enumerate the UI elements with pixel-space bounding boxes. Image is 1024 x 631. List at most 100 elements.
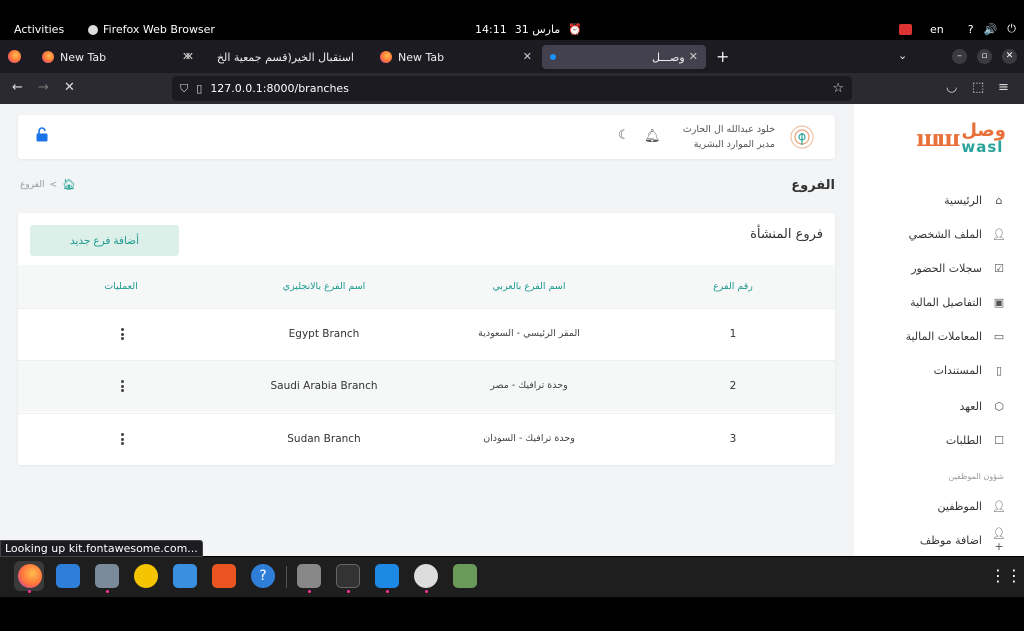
clock[interactable]: 14:11 31 مارس ⏰ [475,23,582,36]
clipboard-icon: ☐ [994,433,1004,447]
bookmark-star-icon[interactable]: ☆ [832,81,844,96]
sidebar-item-attendance[interactable]: ☑ سجلات الحضور [866,258,1006,278]
breadcrumb-current: الفروع [20,179,45,190]
cell-name-ar: وحدة ترافيك - السودان [483,433,575,444]
software-center-icon[interactable] [212,564,236,588]
vscode-icon[interactable] [375,564,399,588]
row-actions-kebab-icon[interactable] [116,377,128,395]
sidebar-item-financial-transactions[interactable]: ▭ المعاملات المالية [866,326,1006,346]
sidebar-item-label: الملف الشخصي [908,227,982,241]
help-icon[interactable]: ? [251,564,275,588]
browser-tab-strip: New Tab ✕ استقبال الخير(قسم جمعية الخ ✕ … [0,40,1024,73]
sidebar-section-label: شؤون الموظفين [948,472,1004,481]
tab-label: New Tab [60,50,107,64]
dock: ? ⋮⋮⋮ [0,557,1024,597]
logo-english: wasl [961,138,1004,156]
tab-4-active[interactable]: وصـــل ✕ [542,45,706,69]
maximize-icon[interactable]: ▫ [977,49,992,64]
table-row: 2 وحدة ترافيك - مصر Saudi Arabia Branch [18,360,835,412]
tab-2[interactable]: استقبال الخير(قسم جمعية الخ ✕ [182,45,374,69]
sidebar-item-home[interactable]: ⌂ الرئيسية [866,190,1006,210]
running-indicator [425,590,428,593]
settings-icon[interactable] [297,564,321,588]
trash-icon[interactable] [453,564,477,588]
terminal-icon[interactable] [336,564,360,588]
firefox-small-icon [88,24,98,35]
box-icon: ⬡ [994,399,1004,413]
writer-icon[interactable] [173,564,197,588]
sidebar-item-documents[interactable]: ▯ المستندات [866,360,1006,380]
sidebar-item-requests[interactable]: ☐ الطلبات [866,430,1006,450]
app-icon[interactable] [414,564,438,588]
page-info-icon[interactable]: ▯ [196,82,202,95]
breadcrumb-separator-icon: < [49,179,58,190]
system-tray[interactable]: en ? 🔊 ⏻ [899,22,1016,36]
loading-dot-icon [550,54,556,60]
breadcrumb: الفروع < 🏠︎ [20,178,76,191]
stop-loading-icon[interactable]: ✕ [64,80,75,95]
unlock-icon[interactable] [36,127,48,142]
add-branch-button[interactable]: أضافة فرع جديد [30,225,179,256]
user-role: مدير الموارد البشرية [693,139,775,150]
table-row: 1 المقر الرئيسي - السعودية Egypt Branch [18,308,835,360]
notification-bell-icon[interactable]: 🔔︎ [644,129,661,144]
clock-date: 31 مارس [514,23,561,36]
sidebar-item-financial-details[interactable]: ▣ التفاصيل المالية [866,292,1006,312]
row-actions-kebab-icon[interactable] [116,430,128,448]
thunderbird-icon[interactable] [56,564,80,588]
tab-3[interactable]: New Tab ✕ [372,45,540,69]
shield-icon[interactable]: ⛉ [180,82,188,96]
files-icon[interactable] [95,564,119,588]
close-tab-icon[interactable]: ✕ [523,50,532,63]
pocket-icon[interactable]: ◡ [946,80,957,95]
tab-1[interactable]: New Tab ✕ [34,45,202,69]
forward-arrow-icon[interactable]: → [38,80,49,95]
sidebar-item-profile[interactable]: 👤︎ الملف الشخصي [866,224,1006,244]
screen: Activities Firefox Web Browser 14:11 31 … [0,0,1024,631]
url-bar[interactable]: ⛉ ▯ 127.0.0.1:8000/branches ☆ [172,76,852,101]
fingerprint-avatar-icon[interactable] [789,123,815,151]
back-arrow-icon[interactable]: ← [12,80,23,95]
cell-name-ar: وحدة ترافيك - مصر [490,380,568,391]
power-icon: ⏻ [1007,22,1016,35]
table-header: رقم الفرع اسم الفرع بالعربي اسم الفرع با… [18,265,835,308]
question-icon: ? [967,22,974,36]
running-indicator [106,590,109,593]
show-apps-grid-icon[interactable]: ⋮⋮⋮ [990,566,1024,585]
firefox-icon[interactable] [18,564,42,588]
user-name: خلود عبدالله ال الحارث [682,124,775,135]
sidebar-item-custody[interactable]: ⬡ العهد [866,396,1006,416]
activities-button[interactable]: Activities [14,23,64,36]
row-actions-kebab-icon[interactable] [116,325,128,343]
column-header-number: رقم الفرع [713,281,753,292]
web-page: ꟺꟺ وصل wasl ⌂ الرئيسية 👤︎ الملف الشخصي ☑… [0,104,1024,556]
hamburger-menu-icon[interactable]: ≡ [998,80,1009,95]
screen-record-icon [899,23,912,35]
sidebar-item-label: الموظفين [937,499,982,513]
keyboard-layout[interactable]: en [930,23,944,36]
list-tabs-chevron-icon[interactable]: ⌄ [898,49,907,62]
cell-name-en: Sudan Branch [287,433,361,445]
close-tab-icon[interactable]: ✕ [182,50,191,63]
sidebar-item-employees[interactable]: 👤︎ الموظفين [866,496,1006,516]
rhythmbox-icon[interactable] [134,564,158,588]
extensions-icon[interactable]: ⬚ [972,80,984,95]
close-window-icon[interactable]: ✕ [1002,49,1017,64]
user-info[interactable]: خلود عبدالله ال الحارث مدير الموارد البش… [683,122,775,152]
app-menu[interactable]: Firefox Web Browser [88,23,215,36]
dark-mode-moon-icon[interactable]: ☾ [618,128,630,143]
branches-card: فروع المنشأة أضافة فرع جديد رقم الفرع اس… [18,213,835,465]
url-text[interactable]: 127.0.0.1:8000/branches [210,82,349,95]
clock-time: 14:11 [475,23,507,36]
home-icon[interactable]: 🏠︎ [62,178,76,191]
firefox-tab-icon [42,51,54,63]
minimize-icon[interactable]: – [952,49,967,64]
app-logo[interactable]: ꟺꟺ وصل wasl [916,122,1006,155]
home-outline-icon: ⌂ [995,193,1003,207]
sidebar-item-add-employee[interactable]: 👤︎+ اضافة موظف [866,527,1006,553]
cell-name-en: Egypt Branch [288,328,360,340]
firefox-view-icon[interactable] [8,50,21,63]
running-indicator [386,590,389,593]
new-tab-plus-icon[interactable]: + [716,47,729,66]
close-tab-icon[interactable]: ✕ [689,50,698,63]
